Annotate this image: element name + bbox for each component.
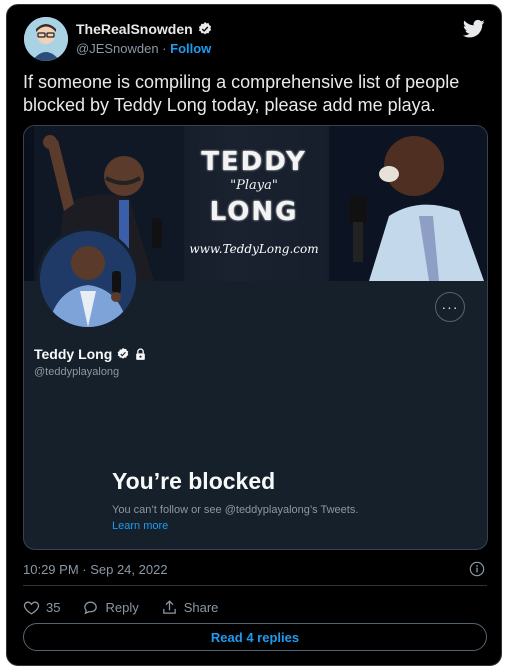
tweet-timestamp[interactable]: 10:29 PM · Sep 24, 2022 — [23, 562, 168, 577]
banner-url: www.TeddyLong.com — [189, 242, 319, 256]
follow-button[interactable]: Follow — [170, 41, 211, 56]
author-handle-row: @JESnowden · Follow — [76, 41, 211, 56]
profile-avatar[interactable] — [37, 228, 139, 330]
profile-name: Teddy Long — [34, 346, 113, 362]
twitter-bird-icon[interactable] — [463, 19, 485, 39]
verified-badge-icon — [117, 347, 129, 359]
info-icon[interactable] — [469, 561, 485, 577]
read-replies-button[interactable]: Read 4 replies — [23, 623, 487, 651]
blocked-title: You’re blocked — [112, 468, 276, 494]
tweet-text: If someone is compiling a comprehensive … — [23, 72, 460, 115]
author-name[interactable]: TheRealSnowden — [76, 21, 193, 37]
author-name-row[interactable]: TheRealSnowden — [76, 21, 213, 37]
embedded-tweet: TheRealSnowden @JESnowden · Follow If so… — [6, 4, 502, 666]
embedded-profile-card[interactable]: TEDDY "Playa" LONG www.TeddyLong.com ···… — [23, 125, 488, 550]
profile-handle: @teddyplayalong — [34, 366, 120, 378]
share-label: Share — [183, 599, 219, 615]
heart-icon — [23, 601, 40, 615]
reply-label: Reply — [105, 599, 139, 615]
tweet-actions: 35 Reply Share — [23, 597, 240, 617]
banner-subtitle: "Playa" — [230, 178, 278, 193]
banner-title-top: TEDDY — [201, 147, 307, 177]
like-count: 35 — [46, 599, 61, 615]
lock-icon — [136, 347, 146, 360]
share-button[interactable]: Share — [161, 599, 219, 616]
more-options-button[interactable]: ··· — [435, 292, 465, 322]
blocked-description: You can’t follow or see @teddyplayalong’… — [112, 504, 359, 516]
banner-title-bottom: LONG — [209, 197, 299, 227]
like-button[interactable]: 35 — [23, 599, 60, 616]
handle-separator: · — [158, 41, 171, 56]
banner-right-figure — [329, 126, 487, 281]
author-handle[interactable]: @JESnowden — [76, 41, 159, 56]
reply-bubble-icon — [84, 601, 98, 614]
reply-button[interactable]: Reply — [82, 599, 139, 616]
share-icon — [162, 599, 176, 614]
learn-more-link[interactable]: Learn more — [112, 520, 168, 532]
divider — [23, 585, 487, 586]
verified-badge-icon — [198, 22, 211, 35]
profile-name-row: Teddy Long — [34, 346, 147, 362]
author-avatar[interactable] — [24, 17, 68, 61]
